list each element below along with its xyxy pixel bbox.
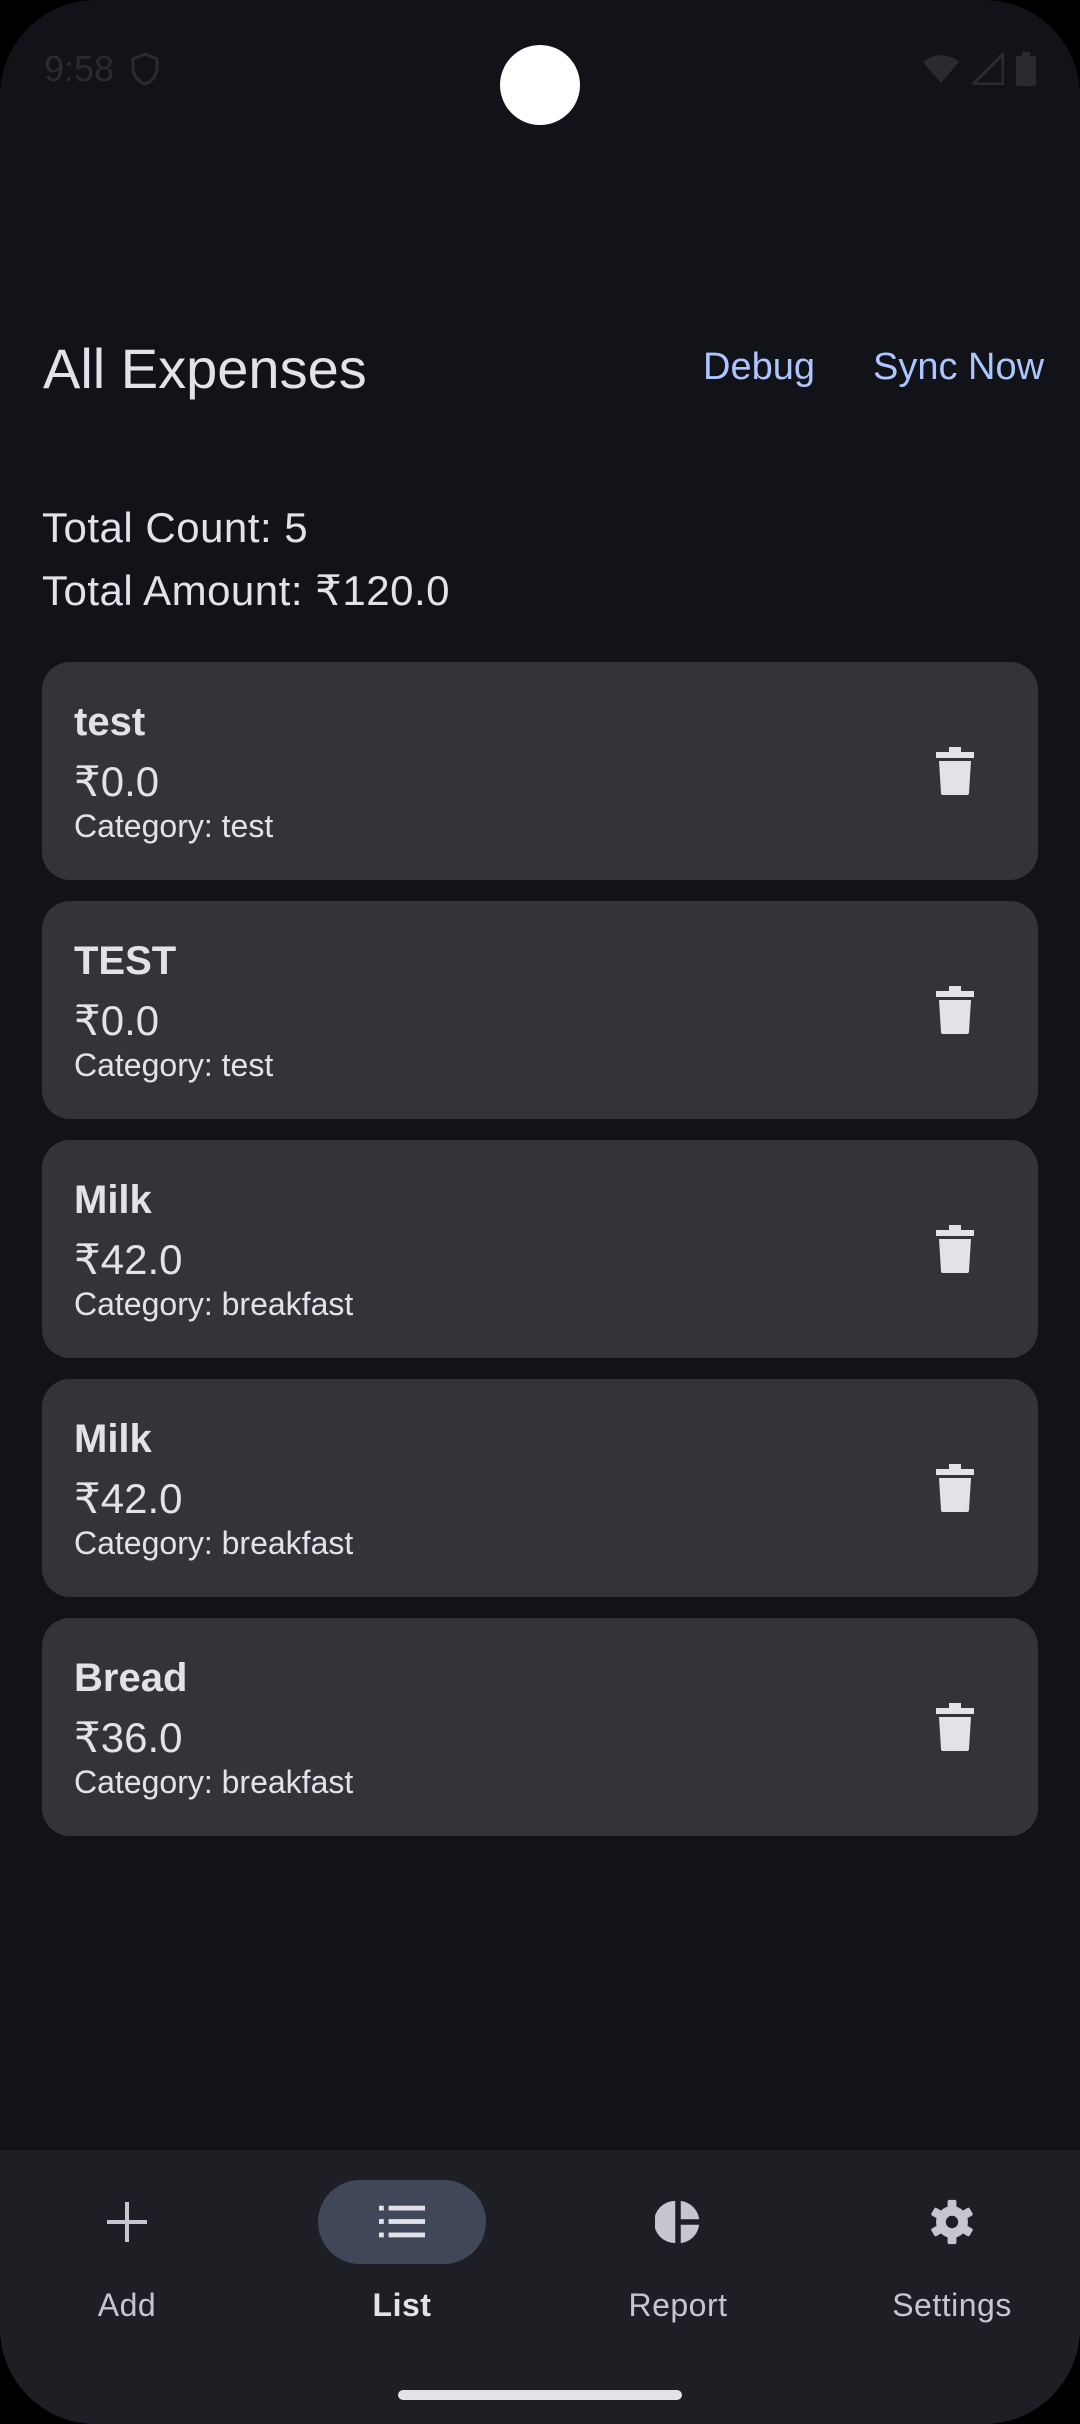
expense-amount: ₹36.0 bbox=[74, 1714, 183, 1761]
nav-item-report[interactable]: Report bbox=[568, 2180, 788, 2330]
delete-button[interactable] bbox=[920, 736, 990, 806]
nav-item-settings[interactable]: Settings bbox=[842, 2180, 1062, 2330]
status-time: 9:58 bbox=[44, 48, 115, 89]
app-header: All Expenses Debug Sync Now bbox=[0, 320, 1080, 420]
nav-label-report: Report bbox=[628, 2287, 728, 2323]
expense-name: TEST bbox=[74, 939, 177, 983]
expense-amount: ₹0.0 bbox=[74, 758, 160, 805]
debug-button[interactable]: Debug bbox=[703, 346, 815, 389]
expense-name: Milk bbox=[74, 1178, 152, 1222]
wifi-icon bbox=[922, 54, 960, 84]
expense-card[interactable]: Milk ₹42.0 Category: breakfast bbox=[42, 1379, 1038, 1597]
delete-button[interactable] bbox=[920, 975, 990, 1045]
expense-name: test bbox=[74, 700, 146, 744]
expense-category: Category: test bbox=[74, 1047, 274, 1083]
trash-icon bbox=[936, 1703, 974, 1751]
expense-amount: ₹42.0 bbox=[74, 1236, 183, 1283]
nav-item-add[interactable]: Add bbox=[17, 2180, 237, 2330]
trash-icon bbox=[936, 986, 974, 1034]
expense-amount: ₹42.0 bbox=[74, 1475, 183, 1522]
expense-card[interactable]: Bread ₹36.0 Category: breakfast bbox=[42, 1618, 1038, 1836]
status-icons bbox=[922, 52, 1036, 86]
front-camera bbox=[500, 45, 580, 125]
total-count: Total Count: 5 bbox=[42, 504, 309, 551]
expense-name: Milk bbox=[74, 1417, 152, 1461]
nav-label-add: Add bbox=[97, 2287, 157, 2323]
gear-icon bbox=[929, 2199, 975, 2245]
expense-category: Category: test bbox=[74, 808, 274, 844]
nav-label-settings: Settings bbox=[892, 2287, 1012, 2323]
signal-icon bbox=[972, 53, 1004, 85]
status-bar: 9:58 bbox=[0, 0, 1080, 140]
delete-button[interactable] bbox=[920, 1214, 990, 1284]
expense-name: Bread bbox=[74, 1656, 188, 1700]
delete-button[interactable] bbox=[920, 1692, 990, 1762]
page-title: All Expenses bbox=[43, 337, 367, 400]
battery-icon bbox=[1016, 52, 1036, 86]
expense-category: Category: breakfast bbox=[74, 1764, 354, 1800]
expense-card[interactable]: TEST ₹0.0 Category: test bbox=[42, 901, 1038, 1119]
pie-chart-icon bbox=[655, 2200, 701, 2244]
total-amount: Total Amount: ₹120.0 bbox=[42, 567, 450, 614]
expense-card[interactable]: Milk ₹42.0 Category: breakfast bbox=[42, 1140, 1038, 1358]
shield-icon bbox=[130, 52, 160, 86]
expense-amount: ₹0.0 bbox=[74, 997, 160, 1044]
list-icon bbox=[379, 2201, 425, 2243]
home-indicator[interactable] bbox=[398, 2390, 682, 2400]
expense-category: Category: breakfast bbox=[74, 1286, 354, 1322]
trash-icon bbox=[936, 1464, 974, 1512]
trash-icon bbox=[936, 747, 974, 795]
expense-card[interactable]: test ₹0.0 Category: test bbox=[42, 662, 1038, 880]
sync-now-button[interactable]: Sync Now bbox=[873, 346, 1044, 389]
nav-item-list[interactable]: List bbox=[292, 2180, 512, 2330]
plus-icon bbox=[104, 2201, 150, 2243]
expense-category: Category: breakfast bbox=[74, 1525, 354, 1561]
totals-summary: Total Count: 5 Total Amount: ₹120.0 bbox=[42, 496, 450, 622]
nav-label-list: List bbox=[372, 2287, 432, 2323]
delete-button[interactable] bbox=[920, 1453, 990, 1523]
bottom-nav: Add List Report Settings bbox=[0, 2150, 1080, 2424]
trash-icon bbox=[936, 1225, 974, 1273]
expense-list: test ₹0.0 Category: test TEST ₹0.0 Categ… bbox=[42, 662, 1038, 1857]
app-screen: 9:58 All Expenses Debug Sync Now Total C… bbox=[0, 0, 1080, 2424]
